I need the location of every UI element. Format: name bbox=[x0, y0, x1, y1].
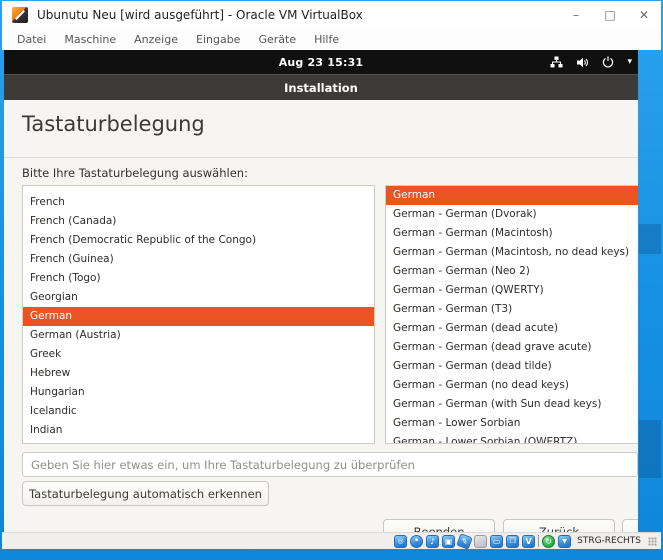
list-item[interactable]: German - Lower Sorbian bbox=[386, 414, 638, 433]
virtualbox-logo-icon bbox=[12, 7, 28, 23]
list-item[interactable]: German - German (T3) bbox=[386, 300, 638, 319]
select-layout-prompt: Bitte Ihre Tastaturbelegung auswählen: bbox=[22, 166, 248, 180]
ubuntu-top-panel: Aug 23 15:31 ▾ bbox=[4, 50, 638, 74]
features-icon[interactable] bbox=[522, 535, 535, 548]
maximize-button[interactable]: □ bbox=[593, 1, 627, 28]
recording-icon[interactable] bbox=[506, 535, 519, 548]
volume-icon bbox=[576, 56, 589, 69]
list-item[interactable]: German bbox=[23, 307, 374, 326]
menu-item[interactable]: Datei bbox=[8, 33, 55, 46]
keyboard-layout-list[interactable]: FinnishFrenchFrench (Canada)French (Demo… bbox=[22, 185, 375, 444]
list-item[interactable]: German - German (dead grave acute) bbox=[386, 338, 638, 357]
frame-scrollbar-shade bbox=[639, 224, 661, 254]
keyboard-variant-list[interactable]: GermanGerman - German (Dvorak)German - G… bbox=[385, 185, 638, 444]
power-icon bbox=[602, 56, 614, 68]
list-item[interactable]: French (Togo) bbox=[23, 269, 374, 288]
chevron-down-icon: ▾ bbox=[627, 58, 632, 67]
host-key-icon[interactable] bbox=[558, 535, 571, 548]
vbox-status-bar: STRG-RECHTS bbox=[2, 532, 661, 549]
list-item[interactable]: German - German (Macintosh, no dead keys… bbox=[386, 243, 638, 262]
system-status-area[interactable]: ▾ bbox=[550, 50, 632, 74]
menu-bar: DateiMaschineAnzeigeEingabeGeräteHilfe bbox=[2, 28, 661, 50]
quit-button[interactable]: Beenden bbox=[383, 519, 495, 532]
list-item[interactable]: Icelandic bbox=[23, 402, 374, 421]
window-controls: – □ ✕ bbox=[559, 1, 661, 28]
menu-item[interactable]: Anzeige bbox=[125, 33, 187, 46]
clock[interactable]: Aug 23 15:31 bbox=[279, 56, 364, 69]
close-button[interactable]: ✕ bbox=[627, 1, 661, 28]
list-item[interactable]: German (Austria) bbox=[23, 326, 374, 345]
resize-grip[interactable] bbox=[648, 537, 657, 546]
list-item[interactable]: French (Democratic Republic of the Congo… bbox=[23, 231, 374, 250]
network-icon bbox=[550, 56, 563, 69]
usb-icon[interactable] bbox=[456, 533, 473, 550]
list-item[interactable]: German - German (Neo 2) bbox=[386, 262, 638, 281]
list-item[interactable]: Finnish bbox=[23, 185, 374, 193]
display-icon[interactable] bbox=[490, 535, 503, 548]
divider bbox=[4, 157, 638, 158]
audio-icon[interactable] bbox=[426, 535, 439, 548]
separator bbox=[538, 535, 539, 547]
list-item[interactable]: Hungarian bbox=[23, 383, 374, 402]
window-title: Ubunutu Neu [wird ausgeführt] - Oracle V… bbox=[37, 8, 363, 22]
harddisk-icon[interactable] bbox=[394, 535, 407, 548]
list-item[interactable]: German bbox=[386, 186, 638, 205]
list-item[interactable]: German - Lower Sorbian (QWERTZ) bbox=[386, 433, 638, 444]
minimize-button[interactable]: – bbox=[559, 1, 593, 28]
list-item[interactable]: German - German (Macintosh) bbox=[386, 224, 638, 243]
list-item[interactable]: Georgian bbox=[23, 288, 374, 307]
list-item[interactable]: French (Guinea) bbox=[23, 250, 374, 269]
menu-item[interactable]: Geräte bbox=[249, 33, 305, 46]
list-item[interactable]: German - German (Dvorak) bbox=[386, 205, 638, 224]
virtualbox-window: Ubunutu Neu [wird ausgeführt] - Oracle V… bbox=[0, 0, 663, 560]
list-item[interactable]: Hebrew bbox=[23, 364, 374, 383]
installation-title: Installation bbox=[284, 81, 358, 95]
menu-item[interactable]: Hilfe bbox=[305, 33, 348, 46]
status-icons bbox=[394, 535, 571, 548]
installation-header: Installation bbox=[4, 74, 638, 100]
vm-screen: Aug 23 15:31 ▾ Installation Tastaturbele… bbox=[4, 50, 638, 532]
detect-keyboard-button[interactable]: Tastaturbelegung automatisch erkennen bbox=[22, 481, 269, 506]
list-item[interactable]: German - German (no dead keys) bbox=[386, 376, 638, 395]
list-item[interactable]: German - German (dead tilde) bbox=[386, 357, 638, 376]
menu-item[interactable]: Maschine bbox=[55, 33, 125, 46]
network-adapters-icon[interactable] bbox=[442, 535, 455, 548]
list-item[interactable]: French bbox=[23, 193, 374, 212]
continue-button-partial[interactable] bbox=[622, 519, 638, 532]
page-title: Tastaturbelegung bbox=[22, 112, 205, 136]
frame-scrollbar-shade bbox=[639, 420, 661, 478]
list-item[interactable]: German - German (QWERTY) bbox=[386, 281, 638, 300]
window-titlebar: Ubunutu Neu [wird ausgeführt] - Oracle V… bbox=[2, 1, 661, 28]
list-item[interactable]: Greek bbox=[23, 345, 374, 364]
keyboard-test-input[interactable] bbox=[22, 452, 638, 477]
list-item[interactable]: German - German (with Sun dead keys) bbox=[386, 395, 638, 414]
host-key-label: STRG-RECHTS bbox=[577, 536, 641, 546]
list-item[interactable]: German - German (dead acute) bbox=[386, 319, 638, 338]
mouse-integration-icon[interactable] bbox=[542, 535, 555, 548]
menu-item[interactable]: Eingabe bbox=[187, 33, 249, 46]
list-item[interactable]: French (Canada) bbox=[23, 212, 374, 231]
shared-folders-icon[interactable] bbox=[474, 535, 487, 548]
back-button[interactable]: Zurück bbox=[503, 519, 615, 532]
optical-icon[interactable] bbox=[410, 535, 423, 548]
list-item[interactable]: Indian bbox=[23, 421, 374, 440]
